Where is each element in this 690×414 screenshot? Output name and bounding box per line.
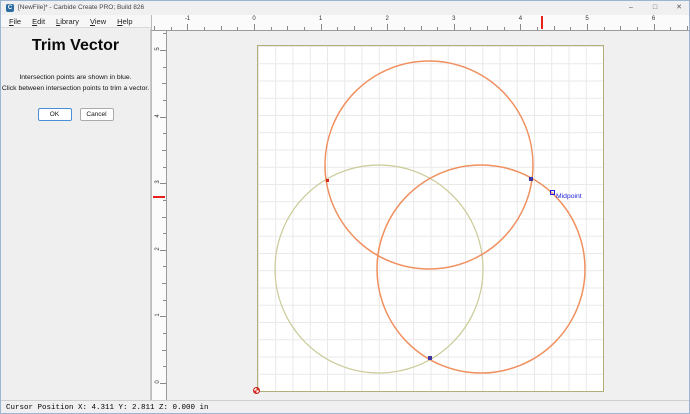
ruler-label: 5 bbox=[585, 16, 589, 22]
ruler-tick bbox=[154, 26, 156, 30]
menu-view[interactable]: View bbox=[90, 17, 106, 26]
ruler-tick bbox=[287, 26, 289, 30]
ruler-tick bbox=[162, 216, 166, 218]
instruction-line-1: Intersection points are shown in blue. bbox=[19, 74, 132, 81]
cursor-y-marker bbox=[153, 195, 165, 198]
ruler-tick bbox=[163, 99, 166, 101]
trim-vector-panel: Trim Vector Intersection points are show… bbox=[1, 29, 151, 400]
ruler-label: 6 bbox=[651, 16, 656, 22]
title-bar: C [NewFile]* - Carbide Create PRO; Build… bbox=[1, 1, 689, 15]
ruler-tick bbox=[163, 133, 166, 135]
ruler-tick bbox=[553, 26, 555, 30]
ruler-tick bbox=[170, 27, 172, 30]
ruler-tick bbox=[187, 24, 189, 30]
ruler-tick bbox=[163, 333, 166, 335]
cancel-button[interactable]: Cancel bbox=[79, 108, 114, 121]
ruler-tick bbox=[453, 24, 455, 30]
ruler-tick bbox=[162, 149, 166, 151]
ruler-tick bbox=[437, 27, 439, 30]
ruler-tick bbox=[337, 27, 339, 30]
ruler-horizontal: -1 0 1 2 3 4 5 6 bbox=[151, 15, 689, 31]
ruler-tick bbox=[162, 283, 166, 285]
origin-marker bbox=[252, 386, 260, 394]
ruler-label: 2 bbox=[155, 247, 161, 251]
ruler-label: -1 bbox=[184, 16, 191, 22]
ruler-tick bbox=[686, 26, 688, 30]
ruler-tick bbox=[603, 27, 605, 30]
menu-file[interactable]: File bbox=[9, 17, 21, 26]
ruler-tick bbox=[403, 27, 405, 30]
ruler-tick bbox=[636, 27, 638, 30]
instruction-line-2: Click between intersection points to tri… bbox=[1, 85, 150, 92]
menu-bar: File Edit Library View Help bbox=[1, 15, 151, 28]
ruler-label: 3 bbox=[452, 16, 456, 22]
menu-help[interactable]: Help bbox=[117, 17, 132, 26]
ruler-tick bbox=[470, 27, 472, 30]
ruler-tick bbox=[163, 66, 166, 68]
ruler-tick bbox=[162, 349, 166, 351]
ruler-label: 0 bbox=[155, 380, 161, 384]
ruler-label: 0 bbox=[252, 16, 256, 22]
ruler-tick bbox=[204, 27, 206, 30]
ruler-tick bbox=[570, 27, 572, 30]
ok-button[interactable]: OK bbox=[37, 108, 72, 121]
ruler-label: 4 bbox=[518, 16, 523, 22]
ruler-tick bbox=[420, 26, 422, 30]
ruler-label: 5 bbox=[155, 47, 161, 51]
ruler-vertical: 0 1 2 3 4 5 bbox=[151, 31, 167, 400]
ruler-tick bbox=[163, 299, 166, 301]
ruler-tick bbox=[320, 24, 322, 30]
ruler-tick bbox=[487, 26, 489, 30]
ruler-tick bbox=[503, 27, 505, 30]
ruler-tick bbox=[270, 27, 272, 30]
ruler-tick bbox=[220, 26, 222, 30]
ruler-tick bbox=[587, 24, 588, 30]
close-button[interactable]: ✕ bbox=[667, 1, 689, 15]
ruler-tick bbox=[163, 33, 166, 35]
ruler-label: 1 bbox=[318, 16, 323, 22]
ruler-tick bbox=[520, 24, 522, 30]
vector-drawing bbox=[274, 60, 586, 374]
ruler-tick bbox=[163, 366, 166, 368]
snap-mark-icon bbox=[550, 190, 555, 195]
ruler-tick bbox=[653, 24, 655, 30]
circle-top-orange[interactable] bbox=[324, 60, 534, 270]
ruler-tick bbox=[163, 166, 166, 168]
ruler-tick bbox=[353, 26, 355, 30]
ruler-tick bbox=[370, 27, 372, 30]
ruler-tick bbox=[387, 24, 389, 30]
ruler-label: 2 bbox=[385, 16, 389, 22]
ruler-tick bbox=[237, 27, 239, 30]
midpoint-snap-label: Midpoint bbox=[550, 190, 582, 200]
maximize-button[interactable]: □ bbox=[643, 1, 667, 15]
ruler-label: 1 bbox=[155, 313, 161, 318]
ruler-tick bbox=[162, 83, 166, 85]
window-title: [NewFile]* - Carbide Create PRO; Build 8… bbox=[18, 4, 145, 11]
panel-title: Trim Vector bbox=[31, 37, 120, 54]
menu-library[interactable]: Library bbox=[56, 17, 79, 26]
intersection-point-blue[interactable] bbox=[529, 177, 533, 181]
ruler-tick bbox=[537, 27, 539, 30]
design-canvas[interactable]: Midpoint bbox=[167, 31, 689, 400]
ruler-tick bbox=[303, 27, 305, 30]
ruler-tick bbox=[163, 199, 166, 201]
cursor-x-marker bbox=[541, 16, 544, 29]
ruler-label: 3 bbox=[155, 180, 161, 184]
status-bar: Cursor Position X: 4.311 Y: 2.811 Z: 0.0… bbox=[1, 400, 689, 413]
app-window: C [NewFile]* - Carbide Create PRO; Build… bbox=[0, 0, 690, 414]
ruler-tick bbox=[163, 266, 166, 268]
intersection-point-red[interactable] bbox=[325, 178, 329, 182]
cursor-position-text: Cursor Position X: 4.311 Y: 2.811 Z: 0.0… bbox=[6, 404, 209, 412]
window-controls: – □ ✕ bbox=[619, 1, 689, 15]
menu-edit[interactable]: Edit bbox=[32, 17, 45, 26]
app-icon: C bbox=[6, 4, 14, 12]
ruler-tick bbox=[254, 24, 255, 30]
minimize-button[interactable]: – bbox=[619, 1, 643, 15]
ruler-tick bbox=[620, 26, 622, 30]
intersection-point-blue[interactable] bbox=[428, 356, 432, 360]
circle-left-olive[interactable] bbox=[274, 164, 484, 374]
ruler-tick bbox=[670, 27, 672, 30]
ruler-tick bbox=[163, 233, 166, 235]
ruler-label: 4 bbox=[155, 113, 161, 118]
